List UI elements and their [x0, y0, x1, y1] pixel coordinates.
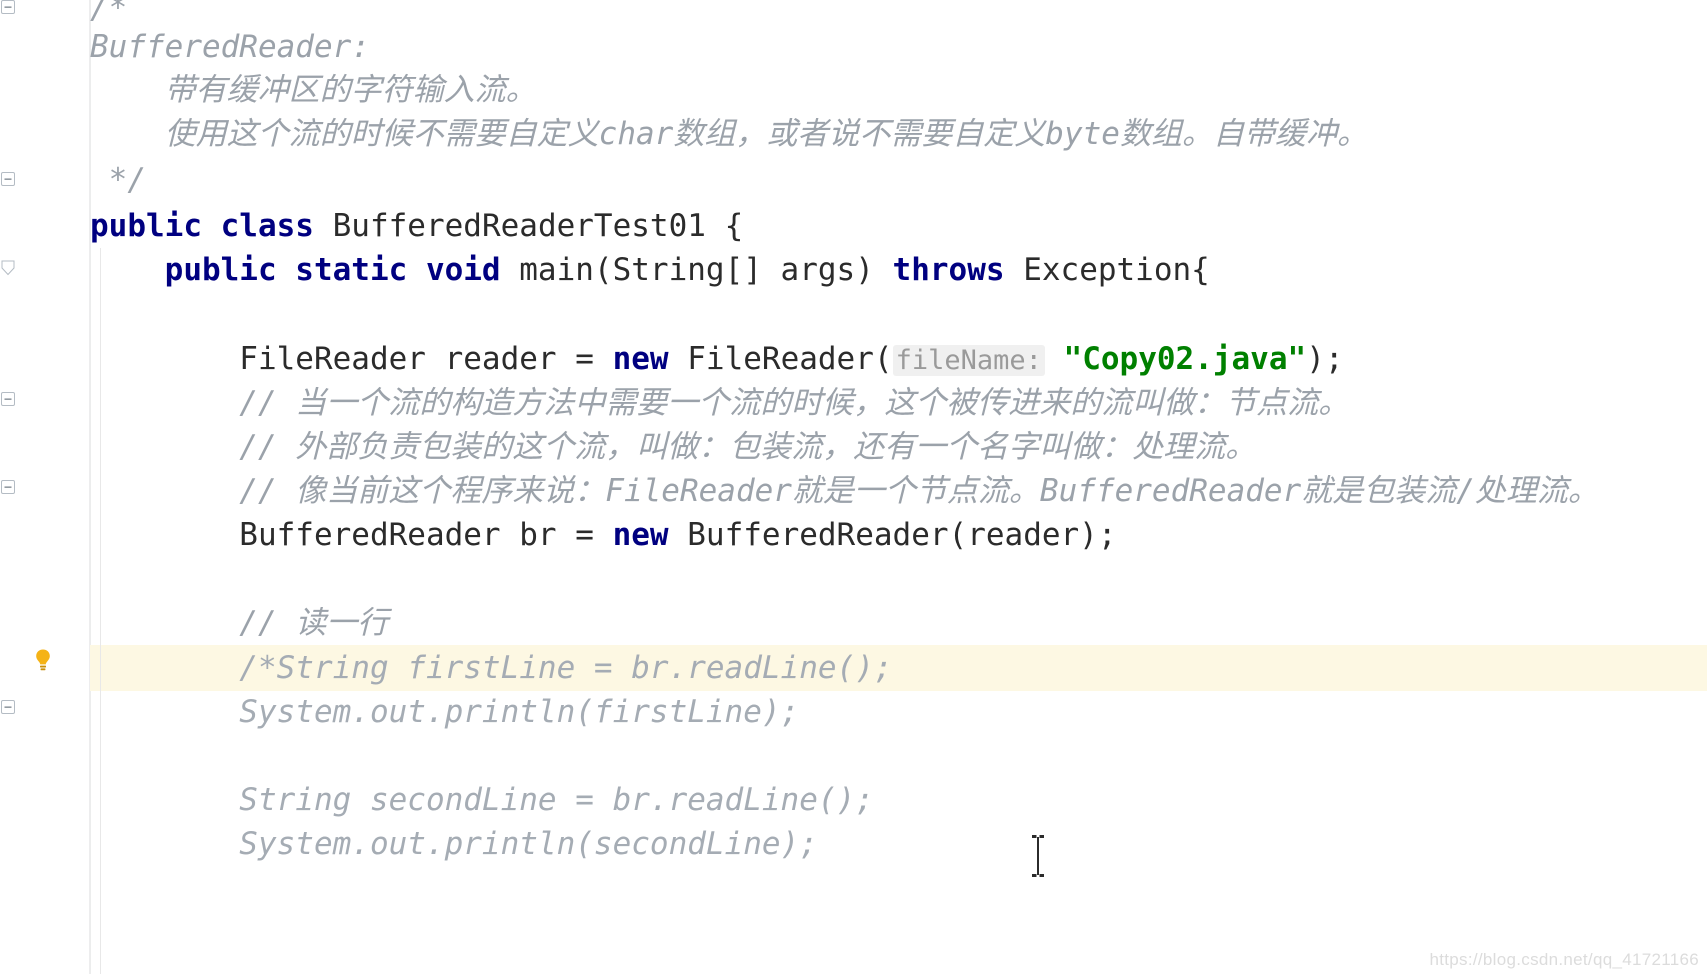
code-token-plain: BufferedReaderTest01 {: [332, 208, 744, 244]
code-line[interactable]: BufferedReader:: [90, 25, 370, 69]
code-token-kw: public class: [90, 208, 333, 244]
mouse-text-cursor-icon: [1030, 835, 1046, 877]
code-line[interactable]: */: [90, 158, 146, 202]
code-token-cmt: // 外部负责包装的这个流，叫做：包装流，还有一个名字叫做：处理流。: [90, 429, 1257, 465]
fold-marker-inner-3[interactable]: [1, 700, 15, 714]
code-line[interactable]: System.out.println(secondLine);: [90, 822, 818, 866]
code-token-discard: String secondLine = br.readLine();: [90, 782, 874, 818]
code-line[interactable]: // 当一个流的构造方法中需要一个流的时候，这个被传进来的流叫做：节点流。: [90, 381, 1349, 425]
code-line[interactable]: /*String firstLine = br.readLine();: [90, 646, 893, 690]
fold-marker-inner-1[interactable]: [1, 392, 15, 406]
code-line[interactable]: // 像当前这个程序来说：FileReader就是一个节点流。BufferedR…: [90, 469, 1599, 513]
code-token-cmt: // 读一行: [90, 605, 389, 641]
code-token-plain: Exception{: [1023, 252, 1210, 288]
code-token-cmt: // 当一个流的构造方法中需要一个流的时候，这个被传进来的流叫做：节点流。: [90, 385, 1350, 421]
code-token-cmtblk: BufferedReader:: [90, 29, 370, 65]
code-token-plain: BufferedReader br =: [90, 517, 613, 553]
code-token-cmtblk: 带有缓冲区的字符输入流。: [90, 72, 537, 108]
code-line[interactable]: BufferedReader br = new BufferedReader(r…: [90, 513, 1117, 557]
code-token-discard: /*String firstLine = br.readLine();: [90, 650, 893, 686]
code-line[interactable]: public static void main(String[] args) t…: [90, 248, 1210, 292]
code-line[interactable]: 带有缓冲区的字符输入流。: [90, 68, 537, 112]
code-token-discard: System.out.println(secondLine);: [90, 826, 818, 862]
code-token-plain: FileReader reader =: [90, 341, 613, 377]
fold-marker-method-body[interactable]: [1, 260, 15, 276]
code-line[interactable]: // 外部负责包装的这个流，叫做：包装流，还有一个名字叫做：处理流。: [90, 425, 1256, 469]
fold-marker-block-comment-end[interactable]: [1, 172, 15, 186]
code-line[interactable]: System.out.println(firstLine);: [90, 690, 799, 734]
code-token-hint: fileName:: [892, 345, 1045, 376]
fold-marker-inner-2[interactable]: [1, 480, 15, 494]
code-line[interactable]: public class BufferedReaderTest01 {: [90, 204, 743, 248]
lightbulb-icon[interactable]: [32, 648, 54, 672]
code-line[interactable]: FileReader reader = new FileReader(fileN…: [90, 337, 1344, 381]
code-token-kw: public static void: [164, 252, 520, 288]
code-token-plain: );: [1306, 341, 1344, 377]
code-token-discard: System.out.println(firstLine);: [90, 694, 800, 730]
code-line[interactable]: // 读一行: [90, 601, 388, 645]
code-token-plain: main(String[] args): [519, 252, 893, 288]
code-token-kw: throws: [892, 252, 1024, 288]
code-token-cmtblk: 使用这个流的时候不需要自定义char数组，或者说不需要自定义byte数组。自带缓…: [90, 116, 1368, 152]
code-token-plain: FileReader(: [687, 341, 893, 377]
code-token-cmtblk: */: [90, 162, 146, 198]
code-token-kw: new: [612, 341, 688, 377]
code-line[interactable]: 使用这个流的时候不需要自定义char数组，或者说不需要自定义byte数组。自带缓…: [90, 112, 1368, 156]
code-token-plain: BufferedReader(reader);: [687, 517, 1117, 553]
code-editor[interactable]: /* BufferedReader: 带有缓冲区的字符输入流。 使用这个流的时候不…: [0, 0, 1707, 974]
code-token-cmt: // 像当前这个程序来说：FileReader就是一个节点流。BufferedR…: [90, 473, 1599, 509]
code-token-cmtblk: /*: [90, 0, 128, 26]
code-token-kw: new: [612, 517, 688, 553]
code-token-str: "Copy02.java": [1063, 341, 1307, 377]
source-watermark: https://blog.csdn.net/qq_41721166: [1429, 950, 1699, 969]
code-line[interactable]: String secondLine = br.readLine();: [90, 778, 874, 822]
code-lines[interactable]: /* BufferedReader: 带有缓冲区的字符输入流。 使用这个流的时候不…: [90, 0, 1707, 974]
fold-marker-block-comment-top[interactable]: [1, 0, 15, 14]
